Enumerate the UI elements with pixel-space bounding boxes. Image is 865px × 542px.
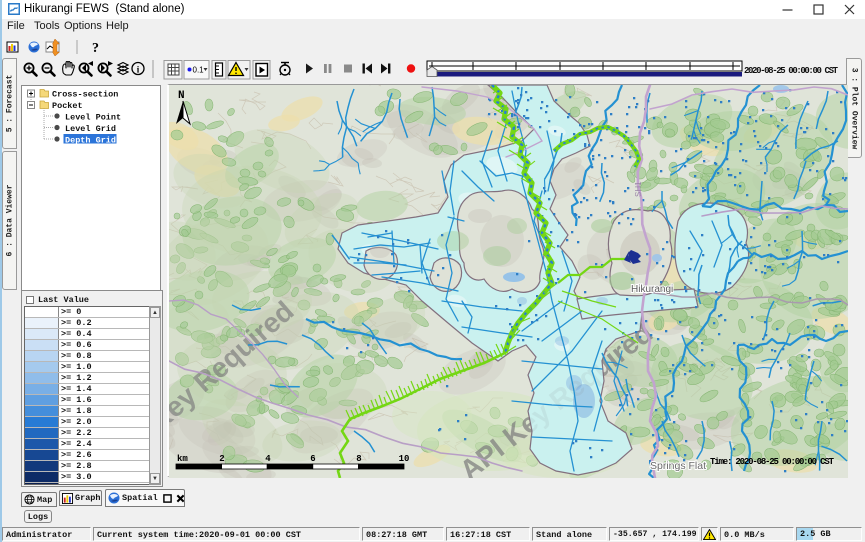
svg-text:i: i [137, 65, 140, 75]
svg-text:Pocket: Pocket [52, 101, 83, 111]
svg-text:N: N [178, 90, 185, 102]
svg-text:Springs Flat: Springs Flat [650, 460, 706, 472]
svg-text:SH1: SH1 [634, 181, 643, 197]
svg-text:2020-08-25 00:00:00 CST: 2020-08-25 00:00:00 CST [744, 66, 839, 76]
svg-text:Level Point: Level Point [65, 113, 121, 123]
svg-text:Hikurangi: Hikurangi [631, 284, 673, 295]
svg-text:6: 6 [310, 454, 315, 464]
svg-text:10: 10 [399, 454, 410, 464]
svg-text:Level Grid: Level Grid [65, 124, 116, 134]
svg-text:km: km [177, 454, 188, 464]
svg-text:Time: 2020-08-25 00:00:00 CST: Time: 2020-08-25 00:00:00 CST [710, 457, 835, 467]
svg-text:?: ? [92, 41, 99, 56]
svg-text:Depth Grid: Depth Grid [65, 136, 116, 146]
svg-text:0.1: 0.1 [193, 66, 205, 75]
svg-text:Cross-section: Cross-section [52, 90, 118, 100]
svg-text:8: 8 [356, 454, 361, 464]
svg-text:4: 4 [265, 454, 271, 464]
svg-text:2: 2 [219, 454, 224, 464]
